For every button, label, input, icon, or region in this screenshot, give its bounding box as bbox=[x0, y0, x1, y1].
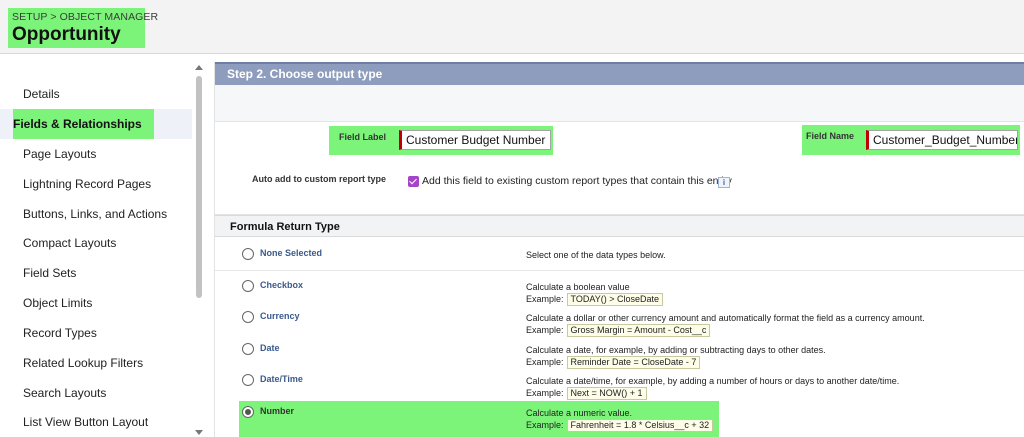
divider bbox=[215, 121, 1024, 122]
breadcrumb[interactable]: SETUP > OBJECT MANAGER bbox=[12, 11, 158, 23]
option-description: Select one of the data types below. bbox=[526, 250, 666, 260]
return-type-option-datetime: Date/Time Calculate a date/time, for exa… bbox=[215, 369, 1024, 400]
auto-add-text: Add this field to existing custom report… bbox=[422, 175, 732, 187]
sidebar-item-related-lookup-filters[interactable]: Related Lookup Filters bbox=[0, 348, 192, 378]
sidebar-item-label: Details bbox=[23, 87, 60, 101]
sidebar-item-label: Object Limits bbox=[23, 296, 93, 310]
main-content: Step 2. Choose output type Field Label C… bbox=[214, 62, 1024, 437]
field-label-group: Field Label Customer Budget Number bbox=[329, 126, 553, 155]
option-name[interactable]: Date/Time bbox=[260, 374, 303, 384]
example-label: Example: bbox=[526, 294, 564, 304]
example-label: Example: bbox=[526, 388, 564, 398]
return-type-option-number: Number Calculate a numeric value. Exampl… bbox=[215, 401, 1024, 437]
return-type-option-date: Date Calculate a date, for example, by a… bbox=[215, 337, 1024, 369]
sidebar-item-label: Fields & Relationships bbox=[13, 117, 142, 131]
sidebar-item-label: List View Button Layout bbox=[23, 415, 149, 429]
radio-date[interactable] bbox=[242, 343, 254, 355]
sidebar-item-list-view-button-layout[interactable]: List View Button Layout bbox=[0, 407, 192, 437]
radio-none-selected[interactable] bbox=[242, 248, 254, 260]
example-label: Example: bbox=[526, 420, 564, 430]
formula-return-type-header: Formula Return Type bbox=[215, 215, 1024, 237]
option-description: Calculate a dollar or other currency amo… bbox=[526, 313, 925, 323]
sidebar-item-field-sets[interactable]: Field Sets bbox=[0, 258, 192, 288]
sidebar-item-label: Buttons, Links, and Actions bbox=[23, 207, 168, 221]
option-example: Example: Gross Margin = Amount - Cost__c bbox=[526, 324, 711, 337]
header-highlight: SETUP > OBJECT MANAGER Opportunity bbox=[8, 8, 158, 48]
sidebar-scrollbar[interactable] bbox=[193, 62, 206, 437]
sidebar-item-label: Page Layouts bbox=[23, 147, 97, 161]
sidebar-item-label: Field Sets bbox=[23, 266, 77, 280]
option-description: Calculate a numeric value. bbox=[526, 408, 633, 418]
example-label: Example: bbox=[526, 357, 564, 367]
scroll-down-arrow-icon[interactable] bbox=[195, 430, 203, 435]
option-example: Example: Reminder Date = CloseDate - 7 bbox=[526, 356, 701, 369]
sidebar-item-object-limits[interactable]: Object Limits bbox=[0, 288, 192, 318]
page-title: Opportunity bbox=[12, 24, 121, 45]
step-header: Step 2. Choose output type bbox=[215, 62, 1024, 85]
example-value: Gross Margin = Amount - Cost__c bbox=[566, 324, 711, 337]
sidebar-item-label: Lightning Record Pages bbox=[23, 177, 152, 191]
auto-add-checkbox[interactable] bbox=[408, 176, 419, 187]
sidebar-item-label: Related Lookup Filters bbox=[23, 356, 144, 370]
radio-currency[interactable] bbox=[242, 311, 254, 323]
return-type-option-none: None Selected Select one of the data typ… bbox=[215, 237, 1024, 268]
sidebar-item-label: Search Layouts bbox=[23, 386, 107, 400]
field-name-caption: Field Name bbox=[806, 131, 855, 141]
option-example: Example: Fahrenheit = 1.8 * Celsius__c + … bbox=[526, 419, 714, 432]
radio-number[interactable] bbox=[242, 406, 254, 418]
field-name-input[interactable]: Customer_Budget_Number bbox=[866, 130, 1018, 150]
scroll-thumb[interactable] bbox=[196, 76, 202, 298]
sidebar-item-page-layouts[interactable]: Page Layouts bbox=[0, 139, 192, 169]
option-name[interactable]: Currency bbox=[260, 311, 300, 321]
option-description: Calculate a boolean value bbox=[526, 282, 630, 292]
sidebar-item-lightning-record-pages[interactable]: Lightning Record Pages bbox=[0, 169, 192, 199]
formula-return-type-heading: Formula Return Type bbox=[230, 221, 340, 233]
example-value: Next = NOW() + 1 bbox=[566, 387, 647, 400]
page-header: SETUP > OBJECT MANAGER Opportunity bbox=[0, 0, 1024, 54]
example-value: Fahrenheit = 1.8 * Celsius__c + 32 bbox=[566, 419, 714, 432]
sidebar-item-label: Record Types bbox=[23, 326, 97, 340]
option-name[interactable]: Date bbox=[260, 343, 280, 353]
step-title: Step 2. Choose output type bbox=[227, 67, 383, 81]
example-value: Reminder Date = CloseDate - 7 bbox=[566, 356, 701, 369]
field-label-input[interactable]: Customer Budget Number bbox=[399, 130, 551, 150]
option-example: Example: Next = NOW() + 1 bbox=[526, 387, 647, 400]
info-icon[interactable]: i bbox=[718, 177, 730, 188]
option-description: Calculate a date, for example, by adding… bbox=[526, 345, 826, 355]
radio-date-time[interactable] bbox=[242, 374, 254, 386]
return-type-option-checkbox: Checkbox Calculate a boolean value Examp… bbox=[215, 273, 1024, 306]
radio-checkbox[interactable] bbox=[242, 280, 254, 292]
sidebar-item-compact-layouts[interactable]: Compact Layouts bbox=[0, 228, 192, 258]
sidebar-item-record-types[interactable]: Record Types bbox=[0, 318, 192, 348]
field-name-group: Field Name Customer_Budget_Number bbox=[802, 125, 1020, 155]
option-name[interactable]: Checkbox bbox=[260, 280, 303, 290]
sidebar-item-details[interactable]: Details bbox=[0, 79, 192, 109]
field-label-caption: Field Label bbox=[339, 132, 387, 142]
sidebar-item-fields-relationships[interactable]: Fields & Relationships bbox=[0, 109, 192, 139]
option-name[interactable]: Number bbox=[260, 406, 294, 416]
auto-add-label: Auto add to custom report type bbox=[252, 174, 387, 184]
option-description: Calculate a date/time, for example, by a… bbox=[526, 376, 900, 386]
divider bbox=[215, 270, 1024, 271]
sidebar-item-label: Compact Layouts bbox=[23, 236, 117, 250]
scroll-up-arrow-icon[interactable] bbox=[195, 65, 203, 70]
top-band bbox=[215, 85, 1024, 121]
option-name[interactable]: None Selected bbox=[260, 248, 322, 258]
return-type-option-currency: Currency Calculate a dollar or other cur… bbox=[215, 305, 1024, 337]
example-label: Example: bbox=[526, 325, 564, 335]
sidebar-item-buttons-links-actions[interactable]: Buttons, Links, and Actions bbox=[0, 199, 192, 229]
sidebar-item-search-layouts[interactable]: Search Layouts bbox=[0, 378, 192, 408]
sidebar: Details Fields & Relationships Page Layo… bbox=[0, 62, 206, 437]
